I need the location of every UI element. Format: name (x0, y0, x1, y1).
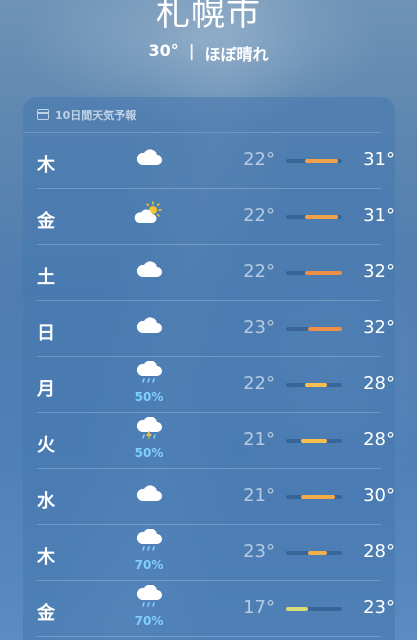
current-summary: 30° | ほぼ晴れ (0, 41, 417, 65)
temperature-range-fill (300, 439, 328, 443)
temperature-range-fill (286, 607, 309, 611)
day-label: 木 (37, 547, 55, 568)
forecast-row[interactable]: 金 70% 17° 23° (37, 581, 395, 637)
forecast-row[interactable]: 金 22° 31° (37, 189, 395, 245)
high-temperature: 31° (363, 149, 395, 170)
cloud-icon (133, 257, 165, 281)
temperature-range-fill (304, 383, 328, 387)
low-temperature: 21° (243, 485, 275, 506)
forecast-card-header: 10日間天気予報 (23, 97, 381, 133)
cloud-rain-icon (133, 360, 165, 385)
temperature-range-bar (286, 439, 342, 443)
precipitation-chance: 70% (134, 558, 164, 572)
cloud-icon (133, 145, 165, 169)
calendar-icon (37, 109, 49, 120)
low-temperature: 21° (243, 429, 275, 450)
forecast-row[interactable]: 木 70% 23° 28° (37, 525, 395, 581)
thunderstorm-icon (133, 416, 165, 441)
high-temperature: 28° (363, 373, 395, 394)
low-temperature: 22° (243, 205, 275, 226)
high-temperature: 31° (363, 205, 395, 226)
temperature-range-bar (286, 607, 342, 611)
forecast-row[interactable]: 水 21° 30° (37, 469, 395, 525)
forecast-row[interactable]: 月 50% 22° 28° (37, 357, 395, 413)
temperature-range-bar (286, 551, 342, 555)
forecast-title: 10日間天気予報 (55, 108, 137, 122)
current-temperature: 30° (148, 41, 179, 60)
low-temperature: 17° (243, 597, 275, 618)
temperature-range-fill (304, 215, 339, 219)
temperature-range-fill (304, 271, 342, 275)
location-header: 札幌市 30° | ほぼ晴れ (0, 0, 417, 65)
day-label: 金 (37, 603, 55, 624)
high-temperature: 30° (363, 485, 395, 506)
forecast-row[interactable]: 日 23° 32° (37, 301, 395, 357)
temperature-range-fill (308, 551, 328, 555)
high-temperature: 23° (363, 597, 395, 618)
precipitation-chance: 50% (134, 446, 164, 460)
low-temperature: 22° (243, 149, 275, 170)
temperature-range-bar (286, 271, 342, 275)
high-temperature: 32° (363, 317, 395, 338)
cloud-rain-icon (133, 584, 165, 609)
forecast-row[interactable]: 木 22° 31° (37, 133, 395, 189)
summary-separator: | (188, 41, 195, 60)
day-label: 水 (37, 491, 55, 512)
forecast-row[interactable]: 土 22° 32° (37, 245, 395, 301)
forecast-row[interactable]: 火 50% 21° 28° (37, 413, 395, 469)
temperature-range-bar (286, 495, 342, 499)
temperature-range-bar (286, 215, 342, 219)
temperature-range-fill (304, 159, 339, 163)
city-name: 札幌市 (156, 0, 261, 34)
low-temperature: 23° (243, 541, 275, 562)
day-label: 金 (37, 211, 55, 232)
temperature-range-fill (300, 495, 335, 499)
cloud-rain-icon (133, 528, 165, 553)
high-temperature: 32° (363, 261, 395, 282)
temperature-range-bar (286, 327, 342, 331)
precipitation-chance: 70% (134, 614, 164, 628)
temperature-range-bar (286, 383, 342, 387)
ten-day-forecast-card[interactable]: 10日間天気予報 木 22° 31° 金 22° 31° 土 22° 32° 日 23° 32° 月 50… (23, 97, 395, 640)
day-label: 月 (37, 379, 55, 400)
high-temperature: 28° (363, 429, 395, 450)
partly-sunny-icon (133, 201, 165, 225)
day-label: 木 (37, 155, 55, 176)
cloud-icon (133, 313, 165, 337)
day-label: 火 (37, 435, 55, 456)
temperature-range-fill (308, 327, 342, 331)
day-label: 日 (37, 323, 55, 344)
day-label: 土 (37, 267, 55, 288)
high-temperature: 28° (363, 541, 395, 562)
temperature-range-bar (286, 159, 342, 163)
low-temperature: 22° (243, 261, 275, 282)
low-temperature: 22° (243, 373, 275, 394)
low-temperature: 23° (243, 317, 275, 338)
current-condition: ほぼ晴れ (204, 45, 269, 64)
precipitation-chance: 50% (134, 390, 164, 404)
cloud-icon (133, 481, 165, 505)
